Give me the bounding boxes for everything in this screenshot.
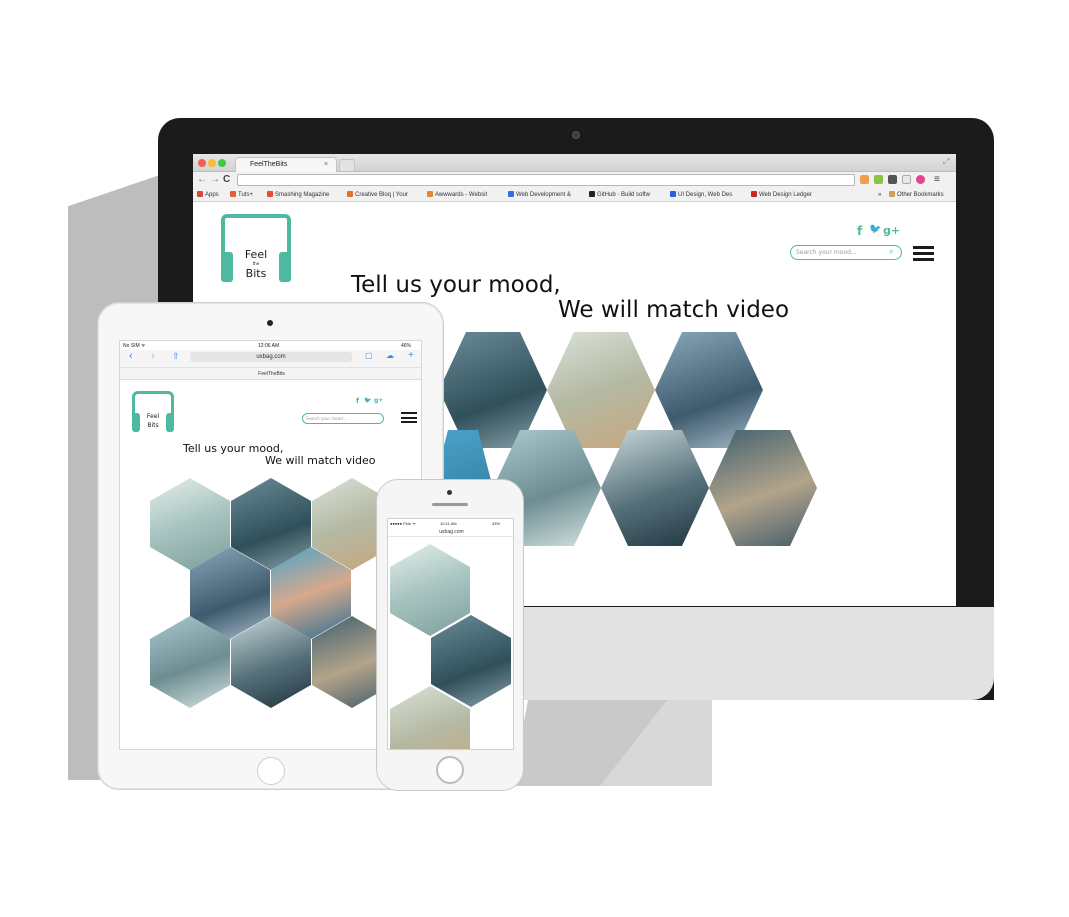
apple-logo-icon [556, 638, 592, 680]
ipad-home-button[interactable] [257, 757, 285, 785]
other-bookmarks[interactable]: Other Bookmarks [889, 188, 955, 202]
extension-icon[interactable] [902, 175, 911, 184]
iphone-speaker [432, 503, 468, 506]
logo-text-bits: Bits [147, 422, 159, 429]
ipad-carrier: No SIM ᯤ [123, 343, 146, 349]
bookmark-icon [267, 191, 273, 197]
video-thumbnail-hex[interactable] [431, 615, 511, 707]
hamburger-menu-button[interactable] [913, 246, 934, 261]
fullscreen-icon[interactable]: ⤢ [943, 157, 949, 167]
close-window-button[interactable] [198, 159, 206, 167]
headphone-cup-right [279, 252, 291, 282]
github-icon [589, 191, 595, 197]
headphone-cup-right [166, 413, 174, 432]
extension-icon[interactable] [860, 175, 869, 184]
logo-text-bits: Bits [245, 267, 267, 280]
twitter-icon[interactable]: 🐦 [869, 224, 881, 235]
ipad-time: 12:06 AM [258, 343, 280, 349]
google-plus-icon[interactable]: g+ [883, 224, 900, 237]
extension-icon[interactable] [874, 175, 883, 184]
browser-toolbar: ← → C ≡ [193, 172, 956, 188]
search-input[interactable]: Search your mood... [790, 245, 902, 260]
facebook-icon[interactable]: f [857, 224, 862, 238]
facebook-icon[interactable]: f [356, 397, 359, 405]
maximize-window-button[interactable] [218, 159, 226, 167]
ipad-camera [267, 320, 273, 326]
tagline-line-1: Tell us your mood, [351, 272, 561, 298]
extension-icon[interactable] [916, 175, 925, 184]
icloud-tabs-icon[interactable]: ☁ [386, 351, 394, 360]
bookmark-apps[interactable]: Apps [197, 188, 227, 202]
menu-icon[interactable]: ≡ [934, 174, 940, 186]
bookmark-icon [508, 191, 514, 197]
bookmark-icon [230, 191, 236, 197]
bookmark[interactable]: Web Development & [508, 188, 586, 202]
bookmark[interactable]: Tuts+ [230, 188, 264, 202]
search-input[interactable]: Search your mood... [302, 413, 384, 424]
minimize-window-button[interactable] [208, 159, 216, 167]
twitter-icon[interactable]: 🐦 [364, 397, 371, 404]
iphone-time: 10:11 AM [440, 521, 457, 526]
headphone-cup-left [221, 252, 233, 282]
bookmark-icon [427, 191, 433, 197]
logo-text-the: the [252, 261, 260, 266]
logo-text-feel: Feel [146, 413, 160, 420]
tab-close-icon[interactable]: × [324, 158, 328, 171]
folder-icon [889, 191, 895, 197]
browser-tab-bar: FeelTheBits × ⤢ [193, 154, 956, 172]
new-tab-icon[interactable]: + [408, 350, 414, 361]
site-logo[interactable]: Feel Bits [132, 391, 174, 433]
reload-icon[interactable]: C [223, 174, 230, 186]
bookmark-icon [670, 191, 676, 197]
back-icon[interactable]: ‹ [129, 350, 133, 362]
bookmark[interactable]: Creative Bloq | Your [347, 188, 423, 202]
bookmark-icon [347, 191, 353, 197]
back-icon[interactable]: ← [197, 174, 207, 186]
tagline-line-2: We will match video [265, 454, 376, 467]
share-icon[interactable]: ⇧ [172, 351, 180, 362]
iphone-home-button[interactable] [436, 756, 464, 784]
bookmark[interactable]: GitHub · Build softw [589, 188, 667, 202]
headphone-cup-left [132, 413, 140, 432]
bookmark-icon [751, 191, 757, 197]
iphone-carrier: ●●●●● Fido ᯤ [390, 521, 416, 526]
search-icon[interactable]: ⌕ [889, 247, 893, 257]
bookmarks-icon[interactable]: ▢ [365, 351, 373, 360]
google-plus-icon[interactable]: g+ [374, 397, 383, 404]
safari-tab-title[interactable]: FeelTheBits [120, 367, 421, 380]
iphone-screen: ●●●●● Fido ᯤ 10:11 AM 43% uxbag.com [387, 518, 514, 750]
eyedropper-icon[interactable] [888, 175, 897, 184]
bookmark[interactable]: UI Design, Web Des [670, 188, 748, 202]
bookmarks-overflow[interactable]: » [878, 188, 888, 202]
bookmark[interactable]: Smashing Magazine [267, 188, 343, 202]
iphone-address-bar[interactable]: uxbag.com [388, 528, 513, 537]
new-tab-button[interactable] [339, 159, 355, 171]
browser-tab[interactable]: FeelTheBits × [235, 157, 337, 172]
ipad-battery: 46% [401, 343, 412, 349]
iphone-battery: 43% [492, 521, 501, 526]
forward-icon[interactable]: › [151, 350, 155, 362]
video-thumbnail-hex[interactable] [390, 544, 470, 636]
apps-icon [197, 191, 203, 197]
logo-text-feel: Feel [244, 248, 268, 261]
safari-toolbar: ‹ › ⇧ uxbag.com ▢ ☁ + FeelTheBits [120, 350, 421, 380]
tagline-line-2: We will match video [558, 297, 790, 323]
iphone-camera [447, 490, 452, 495]
bookmark[interactable]: Awwwards - Websit [427, 188, 505, 202]
bookmark[interactable]: Web Design Ledger [751, 188, 829, 202]
site-logo[interactable]: Feel the Bits [221, 214, 291, 284]
safari-address-bar[interactable]: uxbag.com [190, 352, 352, 362]
address-bar[interactable] [237, 174, 855, 186]
forward-icon[interactable]: → [210, 174, 220, 186]
imac-camera [572, 131, 580, 139]
bookmarks-bar: Apps Tuts+ Smashing Magazine Creative Bl… [193, 188, 956, 202]
hamburger-menu-button[interactable] [401, 412, 417, 423]
tab-title: FeelTheBits [250, 161, 288, 168]
